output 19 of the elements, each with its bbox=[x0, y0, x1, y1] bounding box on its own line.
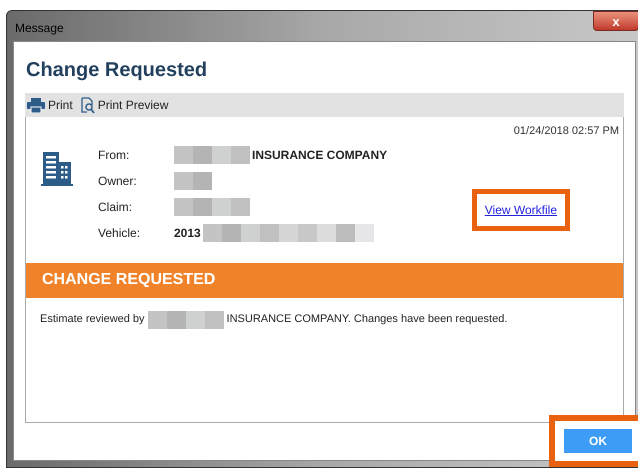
print-preview-button[interactable]: Print Preview bbox=[80, 96, 168, 114]
window-title: Message bbox=[15, 20, 64, 37]
print-button[interactable]: Print bbox=[27, 96, 73, 114]
close-button[interactable]: x bbox=[593, 11, 638, 31]
value-text: INSURANCE COMPANY. Changes have been requested. bbox=[226, 312, 508, 328]
preview-icon bbox=[80, 96, 95, 114]
value-text: 2013 bbox=[174, 224, 201, 242]
dialog-heading: Change Requested bbox=[26, 58, 208, 83]
value-text: INSURANCE COMPANY bbox=[252, 146, 388, 164]
view-workfile-link[interactable]: View Workfile bbox=[484, 202, 557, 216]
building-icon bbox=[41, 152, 73, 186]
field-label: Claim: bbox=[98, 198, 134, 216]
value-text: Estimate reviewed by bbox=[40, 312, 145, 328]
field-label: From: bbox=[98, 146, 130, 164]
field-label: Owner: bbox=[98, 172, 138, 190]
banner-text: CHANGE REQUESTED bbox=[42, 270, 216, 290]
timestamp: 01/24/2018 02:57 PM bbox=[514, 124, 619, 139]
printer-icon bbox=[27, 98, 45, 112]
field-label: Vehicle: bbox=[98, 224, 142, 242]
